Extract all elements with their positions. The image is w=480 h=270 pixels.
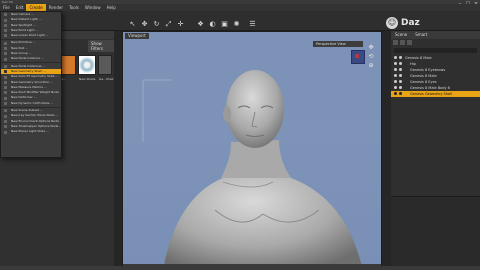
menu-help[interactable]: Help bbox=[104, 4, 119, 11]
rotate-tool-icon[interactable]: ↻ bbox=[152, 20, 161, 29]
scene-node-label: Genesis 8 Eyebrows bbox=[410, 68, 446, 72]
options-icon[interactable] bbox=[407, 40, 412, 45]
scene-node-label: Genesis Geometry Shell bbox=[410, 92, 453, 96]
menu-bar: File Edit Create Render Tools Window Help bbox=[0, 4, 480, 11]
properties-area bbox=[391, 196, 480, 266]
scene-tree: Genesis 8 Male Hip Genesis 8 Eyebrows Genes… bbox=[391, 55, 480, 97]
create-menu-item[interactable]: New Dynamic Cloth Node ... bbox=[1, 101, 61, 106]
visibility-icon[interactable] bbox=[394, 62, 397, 65]
left-side-tabs[interactable] bbox=[114, 31, 122, 266]
tab-smart[interactable]: Smart bbox=[411, 31, 431, 39]
right-side-tabs[interactable] bbox=[382, 31, 391, 266]
lock-icon[interactable] bbox=[399, 74, 402, 77]
toolbar: ↖ ✥ ↻ ⤢ ✛ ❖ ◐ ▣ ✺ ☰ ☺ Daz bbox=[0, 11, 480, 31]
visibility-icon[interactable] bbox=[394, 74, 397, 77]
scene-panel: Scene Smart Genesis 8 Male Hip Genesis 8 E… bbox=[391, 31, 480, 266]
scene-node-label: Genesis 8 Male bbox=[405, 56, 432, 60]
visibility-icon[interactable] bbox=[394, 92, 397, 95]
lock-icon[interactable] bbox=[399, 56, 402, 59]
daz-logo-icon: ☺ bbox=[386, 17, 398, 29]
tab-scene[interactable]: Scene bbox=[391, 31, 411, 39]
create-menu-dropdown: New Camera ... New Distant Light ... New S… bbox=[0, 11, 62, 158]
select-tool-icon[interactable]: ↖ bbox=[128, 20, 137, 29]
filter-icon[interactable] bbox=[393, 40, 398, 45]
aux-viewport-icon[interactable]: ☰ bbox=[248, 20, 257, 29]
viewport[interactable]: Viewport Perspective View ✥ ⟲ ⊕ bbox=[122, 31, 382, 270]
move-tool-icon[interactable]: ✥ bbox=[140, 20, 149, 29]
menu-create[interactable]: Create bbox=[26, 4, 46, 11]
camera-icon[interactable]: ▣ bbox=[220, 20, 229, 29]
menu-render[interactable]: Render bbox=[46, 4, 66, 11]
lock-icon[interactable] bbox=[399, 62, 402, 65]
visibility-icon[interactable] bbox=[394, 68, 397, 71]
daz-logo: ☺ Daz bbox=[386, 16, 428, 30]
create-menu-item[interactable]: New Node Instance ... bbox=[1, 56, 61, 61]
zoom-icon[interactable]: ⊕ bbox=[367, 62, 375, 70]
figure-render bbox=[123, 70, 381, 269]
thumbnail[interactable]: New Shells bbox=[78, 55, 96, 81]
visibility-icon[interactable] bbox=[394, 86, 397, 89]
scene-tabs: Scene Smart bbox=[391, 31, 480, 39]
lock-icon[interactable] bbox=[399, 80, 402, 83]
view-cube[interactable] bbox=[351, 50, 365, 64]
visibility-icon[interactable] bbox=[394, 80, 397, 83]
scene-node-label: Hip bbox=[410, 62, 416, 66]
lock-icon[interactable] bbox=[399, 86, 402, 89]
iray-icon[interactable]: ◐ bbox=[208, 20, 217, 29]
scene-node-label: Genesis 8 Eyes bbox=[410, 80, 437, 84]
scale-tool-icon[interactable]: ⤢ bbox=[164, 20, 173, 29]
menu-window[interactable]: Window bbox=[82, 4, 104, 11]
scene-toolbar bbox=[391, 39, 480, 46]
menu-file[interactable]: File bbox=[0, 4, 13, 11]
orbit-icon[interactable]: ✥ bbox=[367, 44, 375, 52]
scene-search-input[interactable] bbox=[394, 48, 477, 53]
menu-tools[interactable]: Tools bbox=[66, 4, 82, 11]
universal-tool-icon[interactable]: ✛ bbox=[176, 20, 185, 29]
logo-text: Daz bbox=[401, 18, 420, 28]
light-icon[interactable]: ✺ bbox=[232, 20, 241, 29]
pan-icon[interactable]: ⟲ bbox=[367, 53, 375, 61]
menu-edit[interactable]: Edit bbox=[13, 4, 27, 11]
visibility-icon[interactable] bbox=[394, 56, 397, 59]
create-menu-item[interactable]: New Linear Point Light ... bbox=[1, 33, 61, 38]
lock-icon[interactable] bbox=[399, 92, 402, 95]
thumbnail[interactable]: Ge...Shell bbox=[98, 55, 113, 81]
lock-icon[interactable] bbox=[399, 68, 402, 71]
show-filters-button[interactable]: Show Filters bbox=[88, 40, 115, 52]
render-icon[interactable]: ❖ bbox=[196, 20, 205, 29]
scene-node-label: Genesis 8 Male bbox=[410, 74, 437, 78]
create-menu-item[interactable]: New Planar Light Node ... bbox=[1, 129, 61, 134]
scene-node[interactable]: Genesis Geometry Shell bbox=[391, 91, 480, 97]
sort-icon[interactable] bbox=[400, 40, 405, 45]
status-bar bbox=[0, 266, 480, 270]
scene-node-label: Genesis 8 Male Body 8 bbox=[410, 86, 450, 90]
